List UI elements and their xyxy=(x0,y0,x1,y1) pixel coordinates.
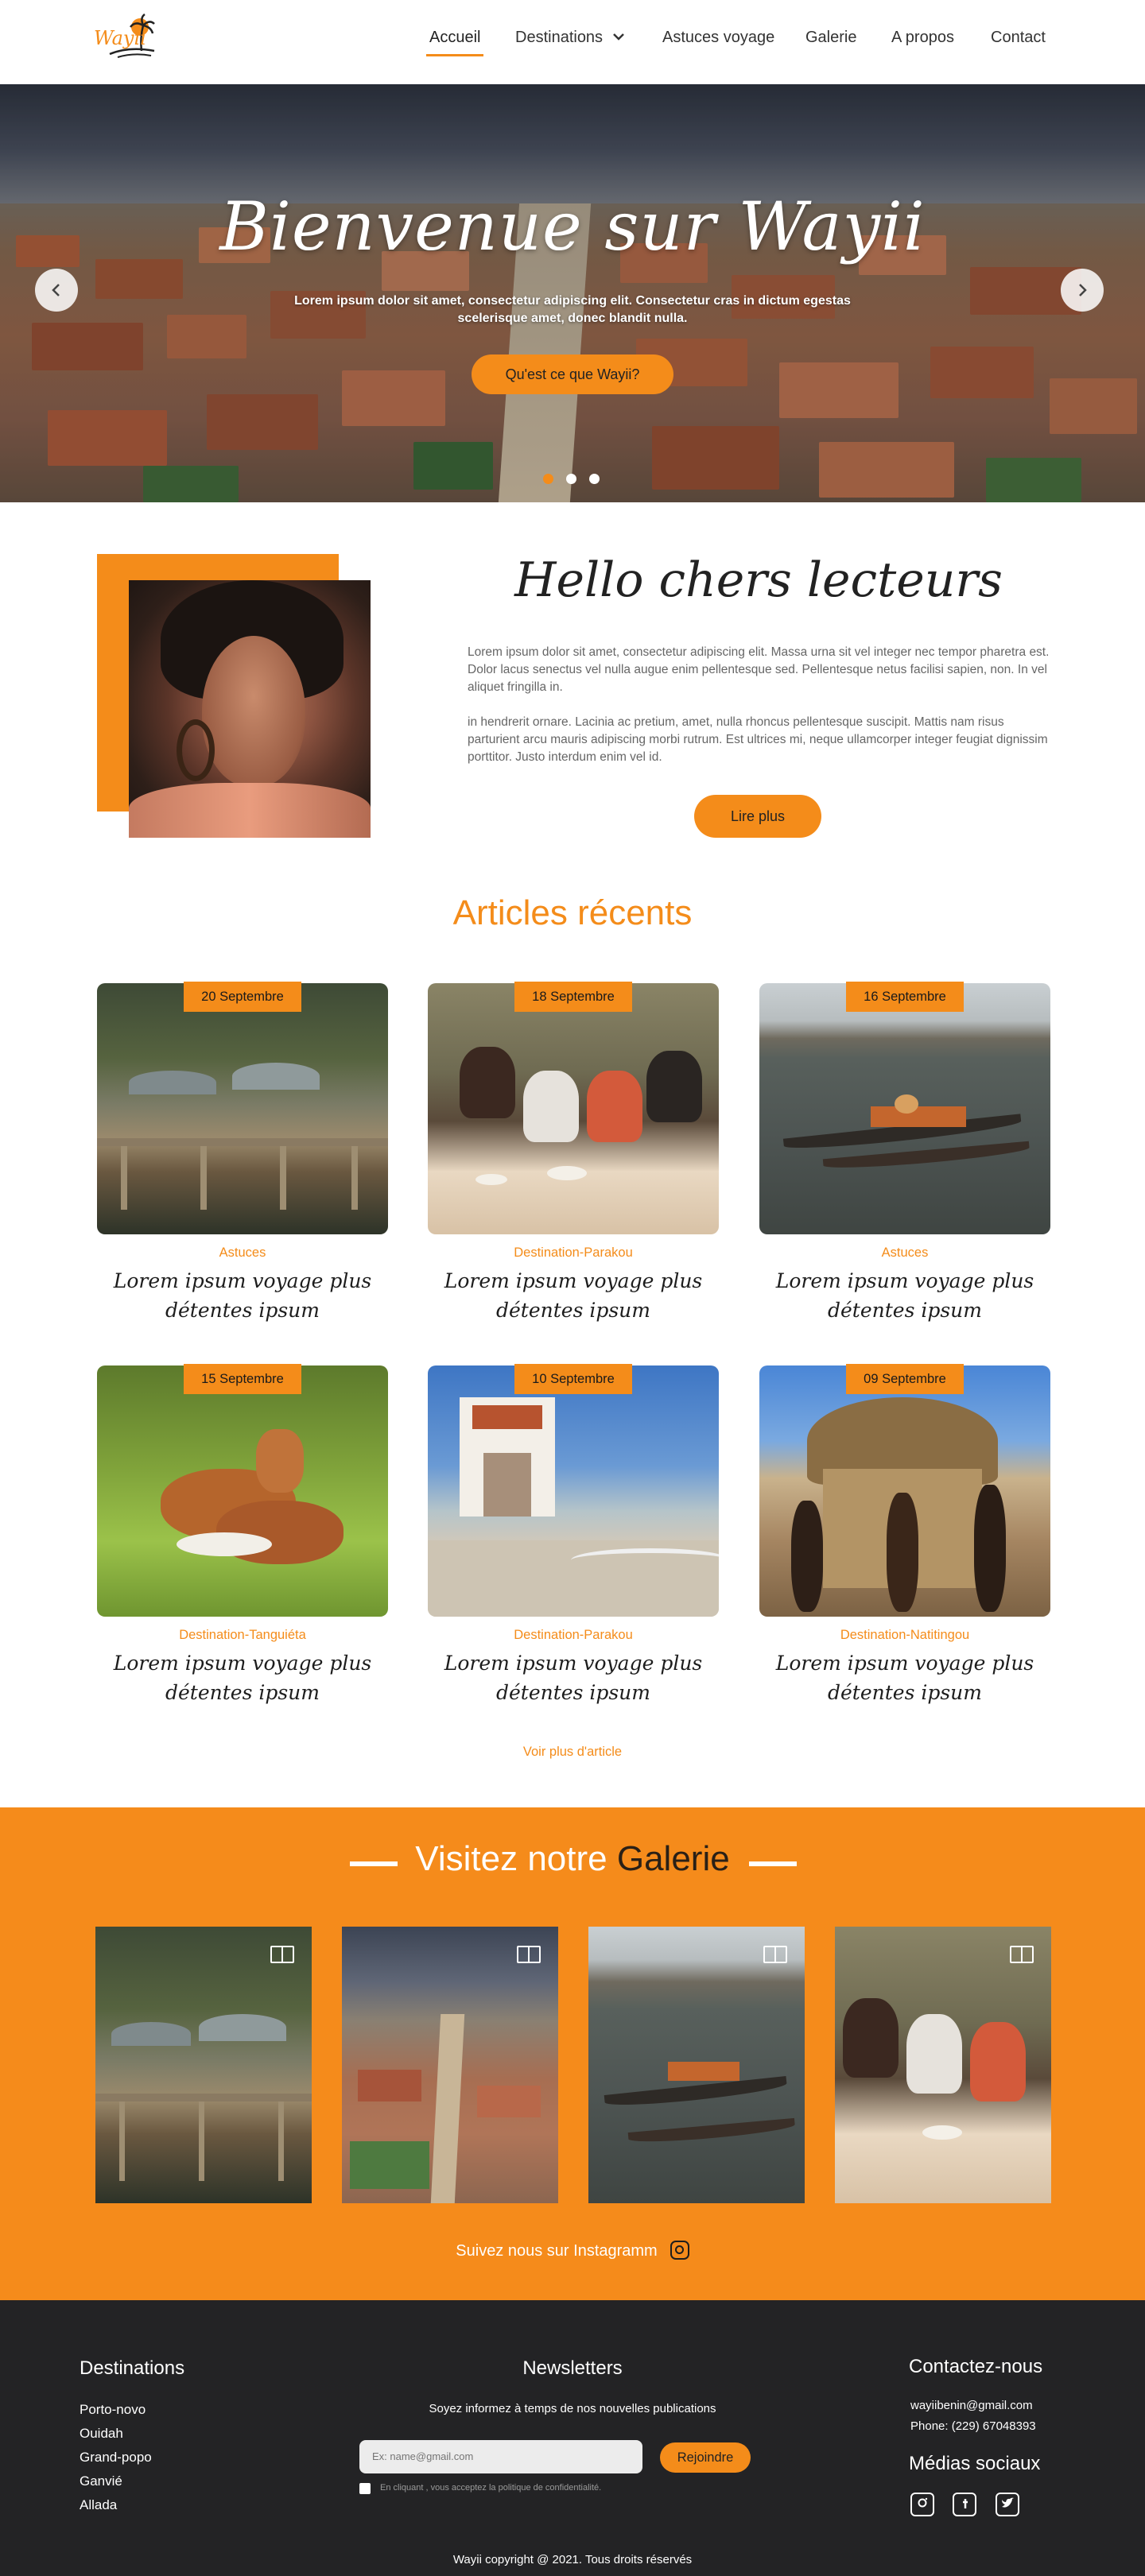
hello-title: Hello chers lecteurs xyxy=(514,552,1003,608)
hello-portrait-image xyxy=(129,580,371,838)
article-title[interactable]: Lorem ipsum voyage plus détentes ipsum xyxy=(423,1266,724,1325)
hero-prev-button[interactable] xyxy=(35,269,78,312)
read-more-button[interactable]: Lire plus xyxy=(694,795,821,838)
footer-destination-link[interactable]: Ouidah xyxy=(80,2426,123,2442)
article-image xyxy=(759,1365,1050,1617)
article-title[interactable]: Lorem ipsum voyage plus détentes ipsum xyxy=(92,1266,393,1325)
book-open-icon xyxy=(1010,1946,1034,1963)
chevron-left-icon xyxy=(52,284,60,296)
twitter-glyph xyxy=(1002,2497,1014,2508)
hero-carousel: Bienvenue sur Wayii Lorem ipsum dolor si… xyxy=(0,84,1145,502)
instagram-follow-label: Suivez nous sur Instagramm xyxy=(456,2242,658,2260)
portrait-earring xyxy=(177,719,215,781)
nav-item-apropos[interactable]: A propos xyxy=(891,29,954,47)
instagram-icon[interactable] xyxy=(910,2493,934,2516)
nav-item-destinations[interactable]: Destinations xyxy=(515,29,625,47)
twitter-icon[interactable] xyxy=(996,2493,1019,2516)
book-open-icon xyxy=(517,1946,541,1963)
article-date-badge: 15 Septembre xyxy=(184,1364,301,1394)
newsletter-email-input[interactable] xyxy=(359,2440,642,2473)
article-image xyxy=(759,983,1050,1234)
article-title[interactable]: Lorem ipsum voyage plus détentes ipsum xyxy=(755,1266,1055,1325)
book-open-icon xyxy=(763,1946,787,1963)
facebook-glyph xyxy=(963,2499,968,2508)
footer-contact-title: Contactez-nous xyxy=(909,2356,1043,2377)
articles-title: Articles récents xyxy=(452,893,693,932)
article-image xyxy=(97,983,388,1234)
chevron-down-icon xyxy=(612,33,624,41)
footer-contact-phone: Phone: (229) 67048393 xyxy=(910,2419,1036,2433)
gallery-item[interactable] xyxy=(95,1927,312,2203)
article-title[interactable]: Lorem ipsum voyage plus détentes ipsum xyxy=(92,1648,393,1707)
article-date-badge: 16 Septembre xyxy=(846,982,964,1012)
nav-item-astuces[interactable]: Astuces voyage xyxy=(662,29,774,47)
article-category[interactable]: Destination-Tanguiéta xyxy=(97,1628,388,1643)
book-open-icon xyxy=(270,1946,294,1963)
instagram-follow[interactable]: Suivez nous sur Instagramm xyxy=(0,2241,1145,2260)
instagram-glyph xyxy=(918,2497,928,2508)
footer: Destinations Porto-novo Ouidah Grand-pop… xyxy=(0,2300,1145,2576)
chevron-right-icon xyxy=(1079,284,1087,296)
nav-active-underline xyxy=(426,54,483,56)
article-date-badge: 18 Septembre xyxy=(514,982,632,1012)
article-category[interactable]: Destination-Parakou xyxy=(428,1628,719,1643)
page: Wayii Accueil Destinations Astuces voyag… xyxy=(0,0,1145,2576)
footer-destination-link[interactable]: Allada xyxy=(80,2497,117,2513)
article-title[interactable]: Lorem ipsum voyage plus détentes ipsum xyxy=(755,1648,1055,1707)
gallery-title-line-right xyxy=(749,1861,797,1866)
portrait-shoulder xyxy=(129,783,371,838)
gallery-title: Visitez notre Galerie xyxy=(0,1839,1145,1879)
gallery-title-light: Visitez notre xyxy=(415,1839,617,1878)
article-category[interactable]: Destination-Parakou xyxy=(428,1245,719,1261)
nav-menu: Accueil Destinations Astuces voyage Gale… xyxy=(0,29,1145,60)
carousel-dot-2[interactable] xyxy=(566,474,576,484)
nav-item-destinations-label: Destinations xyxy=(515,29,604,46)
nav-item-accueil[interactable]: Accueil xyxy=(429,29,480,47)
nav-item-galerie[interactable]: Galerie xyxy=(805,29,856,47)
hero-subtitle: Lorem ipsum dolor sit amet, consectetur … xyxy=(294,294,851,325)
hello-paragraph-2: in hendrerit ornare. Lacinia ac pretium,… xyxy=(468,715,1048,764)
footer-destination-link[interactable]: Ganvié xyxy=(80,2473,122,2489)
hero-title: Bienvenue sur Wayii xyxy=(219,188,926,265)
consent-checkbox[interactable] xyxy=(359,2483,371,2494)
article-date-badge: 10 Septembre xyxy=(514,1364,632,1394)
copyright: Wayii copyright @ 2021. Tous droits rése… xyxy=(452,2553,693,2566)
newsletter-join-button[interactable]: Rejoindre xyxy=(660,2442,751,2473)
carousel-dot-1[interactable] xyxy=(543,474,553,484)
gallery-section: Visitez notre Galerie Suivez nous sur In… xyxy=(0,1807,1145,2300)
article-image xyxy=(428,1365,719,1617)
footer-contact-email[interactable]: wayiibenin@gmail.com xyxy=(910,2399,1033,2412)
footer-destination-link[interactable]: Grand-popo xyxy=(80,2450,152,2466)
portrait-face xyxy=(202,636,305,787)
facebook-icon[interactable] xyxy=(953,2493,976,2516)
article-category[interactable]: Destination-Natitingou xyxy=(759,1628,1050,1643)
gallery-item[interactable] xyxy=(835,1927,1051,2203)
article-category[interactable]: Astuces xyxy=(759,1245,1050,1261)
hero-next-button[interactable] xyxy=(1061,269,1104,312)
carousel-dot-3[interactable] xyxy=(589,474,600,484)
article-image xyxy=(428,983,719,1234)
consent-text: En cliquant , vous acceptez la politique… xyxy=(380,2483,602,2493)
gallery-title-dark: Galerie xyxy=(616,1839,730,1878)
instagram-icon xyxy=(670,2241,689,2260)
gallery-item[interactable] xyxy=(342,1927,558,2203)
article-date-badge: 20 Septembre xyxy=(184,982,301,1012)
hero-cta-button[interactable]: Qu'est ce que Wayii? xyxy=(472,354,673,394)
gallery-item[interactable] xyxy=(588,1927,805,2203)
navbar: Wayii Accueil Destinations Astuces voyag… xyxy=(0,0,1145,84)
footer-social-title: Médias sociaux xyxy=(909,2453,1041,2474)
article-title[interactable]: Lorem ipsum voyage plus détentes ipsum xyxy=(423,1648,724,1707)
article-category[interactable]: Astuces xyxy=(97,1245,388,1261)
more-articles-link[interactable]: Voir plus d'article xyxy=(0,1745,1145,1760)
hello-paragraph-1: Lorem ipsum dolor sit amet, consectetur … xyxy=(468,645,1050,694)
article-date-badge: 09 Septembre xyxy=(846,1364,964,1394)
nav-item-contact[interactable]: Contact xyxy=(991,29,1046,47)
article-image xyxy=(97,1365,388,1617)
